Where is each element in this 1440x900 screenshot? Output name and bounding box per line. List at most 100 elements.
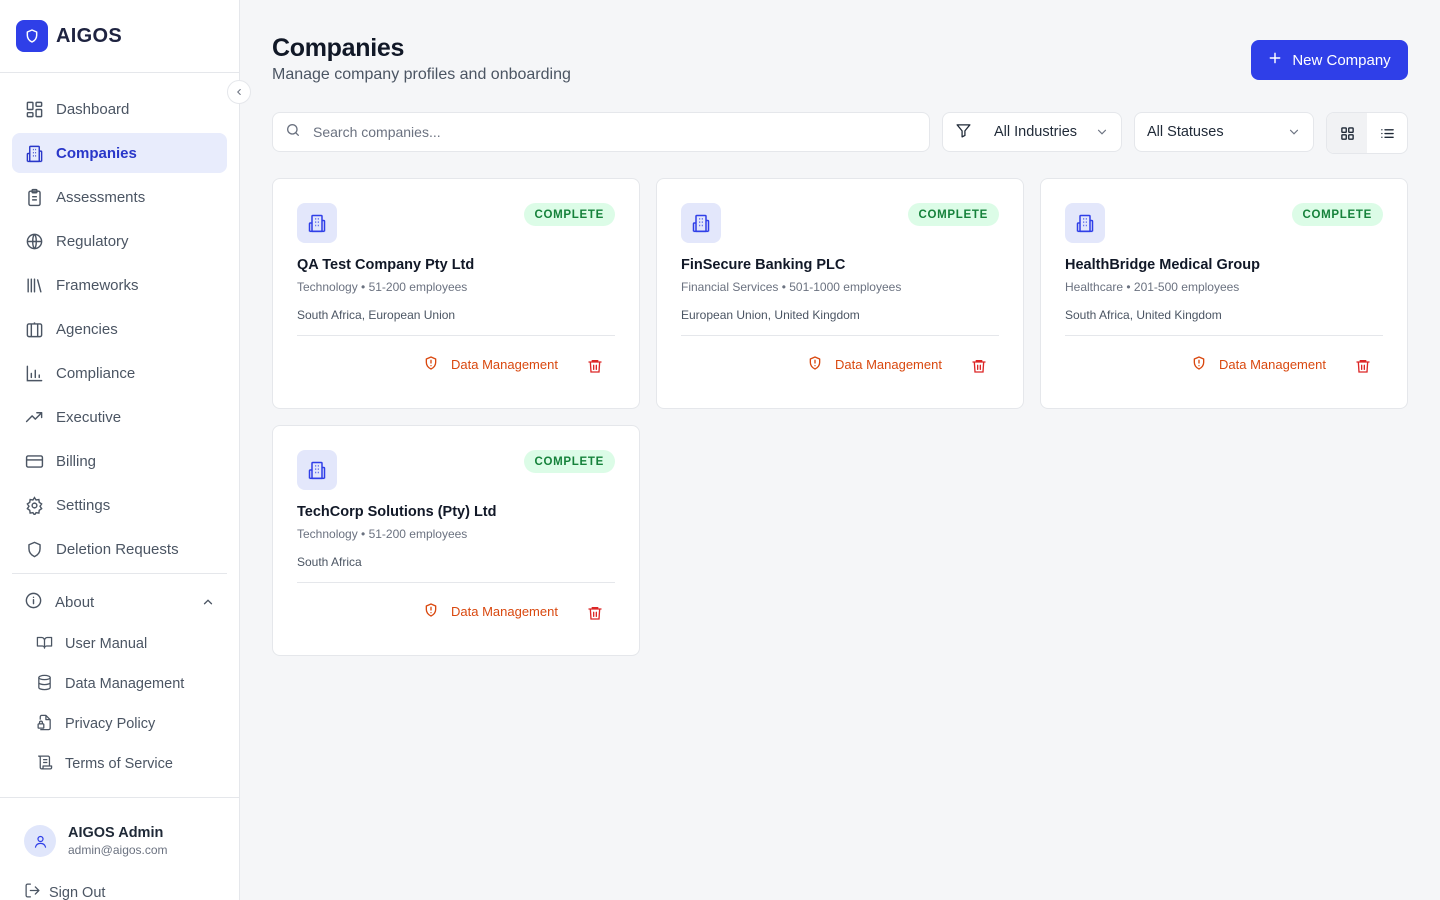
info-icon [24,591,43,614]
sidebar-item-assessments[interactable]: Assessments [12,177,227,217]
status-badge: COMPLETE [523,450,615,473]
avatar [24,825,56,857]
status-badge: COMPLETE [907,203,999,226]
chevron-up-icon [201,595,215,609]
data-management-link[interactable]: Data Management [1191,355,1326,374]
shield-alert-icon [807,355,823,374]
lock-file-icon [36,714,53,735]
data-management-link[interactable]: Data Management [807,355,942,374]
card-divider [297,582,615,583]
company-name: QA Test Company Pty Ltd [297,257,475,273]
company-card[interactable]: COMPLETE FinSecure Banking PLC Financial… [656,178,1024,409]
sidebar-nav: Dashboard Companies Assessments Regulato… [12,89,227,573]
delete-button[interactable] [1353,356,1373,376]
user-profile[interactable]: AIGOS Admin admin@aigos.com [24,825,168,857]
company-name: TechCorp Solutions (Pty) Ltd [297,504,497,520]
delete-button[interactable] [585,356,605,376]
company-name: FinSecure Banking PLC [681,257,846,273]
trash-icon [972,360,986,373]
search-input[interactable] [313,124,873,140]
delete-button[interactable] [969,356,989,376]
status-badge: COMPLETE [1291,203,1383,226]
about-section-toggle[interactable]: About [12,582,227,622]
sidebar-item-deletion-requests[interactable]: Deletion Requests [12,529,227,569]
company-regions: South Africa [297,555,362,569]
search-box [272,112,930,152]
card-divider [297,335,615,336]
shield-icon [24,539,44,559]
building-icon [1065,203,1105,243]
chevron-down-icon [1287,125,1301,139]
sidebar-item-settings[interactable]: Settings [12,485,227,525]
status-filter-select[interactable]: All Statuses [1134,112,1314,152]
chevron-down-icon [1095,125,1109,139]
clipboard-icon [24,187,44,207]
sidebar-item-frameworks[interactable]: Frameworks [12,265,227,305]
shield-alert-icon [1191,355,1207,374]
sidebar-footer-divider [0,797,239,798]
sidebar-item-user-manual[interactable]: User Manual [32,624,227,664]
sign-out-button[interactable]: Sign Out [24,882,105,900]
user-icon [34,835,46,848]
user-email: admin@aigos.com [68,843,168,857]
company-meta: Healthcare • 201-500 employees [1065,280,1240,294]
company-meta: Financial Services • 501-1000 employees [681,280,902,294]
company-regions: South Africa, United Kingdom [1065,308,1222,322]
about-subnav: User Manual Data Management Privacy Poli… [32,624,227,784]
company-regions: European Union, United Kingdom [681,308,860,322]
sidebar-item-billing[interactable]: Billing [12,441,227,481]
company-card[interactable]: COMPLETE TechCorp Solutions (Pty) Ltd Te… [272,425,640,656]
book-icon [36,634,53,655]
sidebar: AIGOS Dashboard Companies Assessments Re… [0,0,251,900]
sidebar-item-terms-of-service[interactable]: Terms of Service [32,744,227,784]
sidebar-item-data-management[interactable]: Data Management [32,664,227,704]
landmark-icon [24,319,44,339]
scroll-icon [36,754,53,775]
company-card[interactable]: COMPLETE QA Test Company Pty Ltd Technol… [272,178,640,409]
database-icon [36,674,53,695]
main-content: Companies Manage company profiles and on… [240,0,1440,900]
delete-button[interactable] [585,603,605,623]
sidebar-item-compliance[interactable]: Compliance [12,353,227,393]
filter-icon [955,122,972,143]
building-icon [297,450,337,490]
sidebar-item-regulatory[interactable]: Regulatory [12,221,227,261]
log-out-icon [24,882,41,900]
library-icon [24,275,44,295]
company-meta: Technology • 51-200 employees [297,280,468,294]
shield-logo-icon [16,20,48,52]
sidebar-item-executive[interactable]: Executive [12,397,227,437]
trash-icon [588,607,602,620]
user-name: AIGOS Admin [68,825,164,841]
card-divider [681,335,999,336]
grid-view-button[interactable] [1327,113,1367,153]
company-regions: South Africa, European Union [297,308,456,322]
trash-icon [588,360,602,373]
bar-chart-icon [24,363,44,383]
grid-icon [1340,126,1354,140]
company-meta: Technology • 51-200 employees [297,527,468,541]
building-icon [24,143,44,163]
sidebar-item-companies[interactable]: Companies [12,133,227,173]
new-company-button[interactable]: New Company [1251,40,1408,80]
industry-filter-value: All Industries [994,124,1078,140]
data-management-link[interactable]: Data Management [423,602,558,621]
company-name: HealthBridge Medical Group [1065,257,1260,273]
brand[interactable]: AIGOS [0,0,239,73]
dashboard-icon [24,99,44,119]
company-card[interactable]: COMPLETE HealthBridge Medical Group Heal… [1040,178,1408,409]
page-title: Companies [272,34,405,62]
search-icon [285,122,301,143]
view-toggle [1326,112,1408,154]
building-icon [297,203,337,243]
page-subtitle: Manage company profiles and onboarding [272,66,571,83]
sidebar-divider [12,573,227,574]
gear-icon [24,495,44,515]
list-view-button[interactable] [1367,113,1407,153]
sidebar-item-privacy-policy[interactable]: Privacy Policy [32,704,227,744]
data-management-link[interactable]: Data Management [423,355,558,374]
sidebar-item-dashboard[interactable]: Dashboard [12,89,227,129]
trending-up-icon [24,407,44,427]
sidebar-item-agencies[interactable]: Agencies [12,309,227,349]
industry-filter-select[interactable]: All Industries [942,112,1122,152]
